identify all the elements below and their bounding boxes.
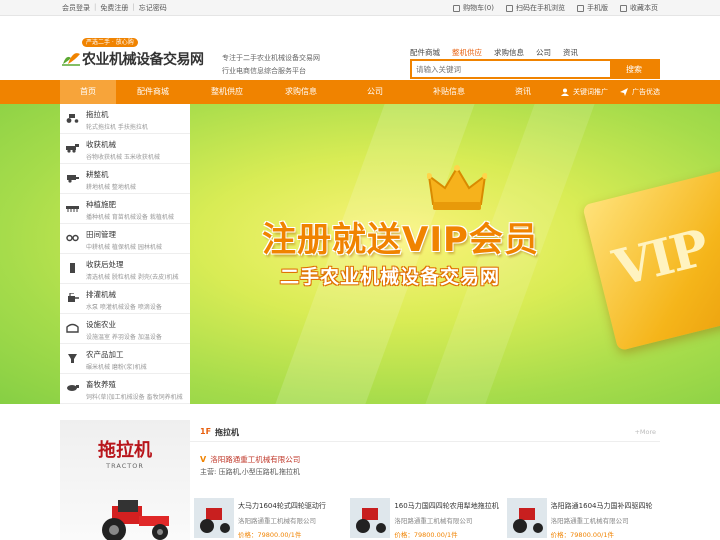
greenhouse-icon — [66, 323, 79, 333]
top-bar: 会员登录 | 免费注册 | 忘记密码 购物车(0) 扫码在手机浏览 手机版 收藏… — [0, 0, 720, 16]
quick-link-company[interactable]: 公司 — [536, 47, 551, 58]
category-item[interactable]: 农产品加工 碾米机械 磨粉(浆)机械 — [60, 344, 190, 374]
mobile-version-link[interactable]: 手机版 — [577, 3, 608, 13]
divider: | — [94, 3, 97, 11]
tractor-icon — [66, 114, 79, 123]
product-image — [194, 498, 234, 538]
divider: | — [132, 3, 135, 11]
ad-promo-link[interactable]: 广告优选 — [620, 87, 660, 97]
category-item[interactable]: 耕整机 耕地机械 整地机械 — [60, 164, 190, 194]
pump-icon — [68, 293, 79, 302]
category-item[interactable]: 畜牧养殖 饲料(草)加工机械设备 畜牧饲养机械 — [60, 374, 190, 404]
hero-headline: 注册就送VIP会员 — [262, 220, 539, 260]
grain-mill-icon — [68, 354, 77, 363]
floor-promo-title: 拖拉机 — [98, 440, 152, 461]
category-item[interactable]: 田间管理 中耕机械 植保机械 园林机械 — [60, 224, 190, 254]
mobile-scan-link[interactable]: 扫码在手机浏览 — [506, 3, 565, 13]
crown-icon — [427, 165, 487, 210]
floor-title: 拖拉机 — [215, 428, 239, 437]
silo-icon — [70, 263, 75, 273]
hero-subline: 二手农业机械设备交易网 — [280, 266, 501, 288]
featured-company[interactable]: V 洛阳路通重工机械有限公司 — [200, 454, 300, 465]
cart-link[interactable]: 购物车(0) — [453, 3, 494, 13]
quick-link-buy[interactable]: 求购信息 — [494, 47, 524, 58]
more-link[interactable]: +More — [634, 428, 656, 436]
search-button[interactable]: 搜索 — [610, 61, 658, 77]
floor-promo-subtitle: TRACTOR — [106, 462, 144, 470]
nav-subsidy[interactable]: 补贴信息 — [412, 80, 486, 104]
quick-link-machines[interactable]: 整机供应 — [452, 47, 482, 58]
main-nav: 首页 配件商城 整机供应 求购信息 公司 补贴信息 资讯 关键词推广 广告优选 — [0, 80, 720, 104]
floor-promo-panel[interactable]: 拖拉机 TRACTOR — [60, 420, 190, 540]
forgot-password-link[interactable]: 忘记密码 — [139, 3, 167, 13]
quick-link-parts[interactable]: 配件商城 — [410, 47, 440, 58]
verified-icon: V — [200, 455, 207, 464]
nav-machine-supply[interactable]: 整机供应 — [190, 80, 264, 104]
category-item[interactable]: 设施农业 设施温室 养羽设备 加温设备 — [60, 314, 190, 344]
search-input[interactable] — [412, 61, 610, 77]
nav-company[interactable]: 公司 — [338, 80, 412, 104]
nav-home[interactable]: 首页 — [60, 80, 116, 104]
product-card[interactable]: 洛阳路通1604马力国补四驱四轮 洛阳路通重工机械有限公司 价格：79800.0… — [506, 498, 660, 540]
harvester-icon — [66, 144, 79, 153]
nav-buy-info[interactable]: 求购信息 — [264, 80, 338, 104]
register-link[interactable]: 免费注册 — [100, 3, 128, 13]
floor-number: 1F — [200, 427, 212, 436]
livestock-icon — [67, 385, 79, 391]
seeder-icon — [66, 206, 79, 212]
nav-parts-mall[interactable]: 配件商城 — [116, 80, 190, 104]
category-item[interactable]: 排灌机械 水泵 喷灌机械设备 喷滴设备 — [60, 284, 190, 314]
product-list: 大马力1604轮式四轮驱动行 洛阳路通重工机械有限公司 价格：79800.00/… — [194, 498, 660, 540]
bookmark-icon — [620, 4, 627, 12]
slogan: 专注于二手农业机械设备交易网 行业电商信息综合服务平台 — [222, 54, 320, 75]
vip-card-graphic: VIP — [582, 166, 720, 352]
site-header: 严选二手 · 放心购 农业机械设备交易网 专注于二手农业机械设备交易网 行业电商… — [0, 16, 720, 80]
tractor-image — [102, 500, 169, 540]
logo-text: 农业机械设备交易网 — [82, 52, 204, 68]
floor-section-1f: 拖拉机 TRACTOR 1F 拖拉机 +More V 洛阳路通重工机械有限公司 主… — [60, 420, 660, 540]
tiller-icon — [67, 175, 79, 183]
bookmark-link[interactable]: 收藏本页 — [620, 3, 658, 13]
category-item[interactable]: 种植施肥 播种机械 育苗机械设备 栽植机械 — [60, 194, 190, 224]
floor-header: 1F 拖拉机 +More — [190, 420, 660, 442]
product-image — [350, 498, 391, 538]
category-sidebar: 拖拉机 轮式拖拉机 手扶拖拉机 收获机械 谷物收获机械 玉米收获机械 耕整机 耕… — [60, 104, 190, 404]
gear-icon — [66, 234, 79, 242]
sprout-logo-icon — [62, 53, 80, 66]
cart-icon — [453, 4, 461, 12]
nav-news[interactable]: 资讯 — [486, 80, 560, 104]
category-item[interactable]: 拖拉机 轮式拖拉机 手扶拖拉机 — [60, 104, 190, 134]
search-bar: 搜索 — [410, 59, 660, 79]
send-icon — [620, 88, 628, 96]
category-item[interactable]: 收获机械 谷物收获机械 玉米收获机械 — [60, 134, 190, 164]
qr-code-icon — [506, 4, 513, 12]
product-card[interactable]: 大马力1604轮式四轮驱动行 洛阳路通重工机械有限公司 价格：79800.00/… — [194, 498, 347, 540]
main-business: 主营: 压路机,小型压路机,拖拉机 — [200, 468, 301, 476]
category-item[interactable]: 收获后处理 清选机械 脱粒机械 剥壳(去皮)机械 — [60, 254, 190, 284]
product-image — [506, 498, 547, 538]
user-icon — [561, 88, 569, 96]
logo-badge: 严选二手 · 放心购 — [82, 38, 138, 47]
quick-link-news[interactable]: 资讯 — [563, 47, 578, 58]
keyword-promo-link[interactable]: 关键词推广 — [561, 87, 608, 97]
phone-icon — [577, 4, 584, 12]
site-logo[interactable]: 严选二手 · 放心购 农业机械设备交易网 — [60, 38, 212, 74]
search-quick-links: 配件商城 整机供应 求购信息 公司 资讯 — [410, 47, 578, 58]
login-link[interactable]: 会员登录 — [62, 3, 90, 13]
product-card[interactable]: 160马力国四四轮农用犁地拖拉机 洛阳路通重工机械有限公司 价格：79800.0… — [350, 498, 503, 540]
